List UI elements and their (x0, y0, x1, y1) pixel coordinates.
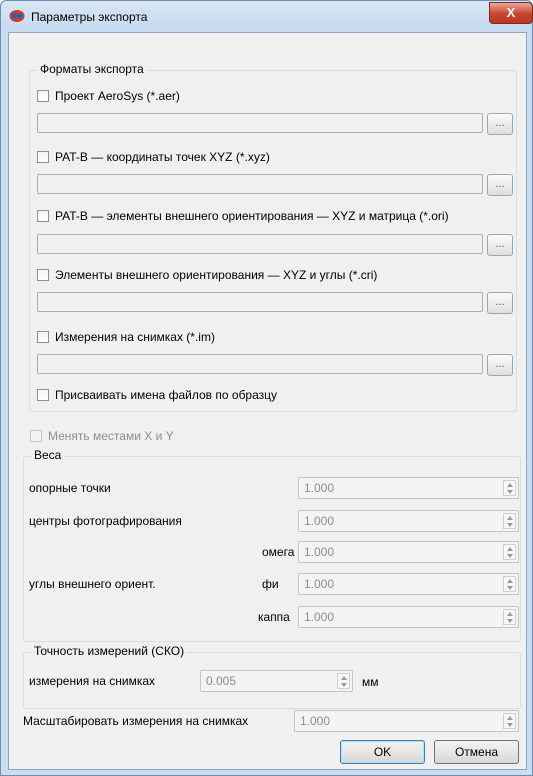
format-xyz-checkbox[interactable] (37, 151, 49, 163)
format-xyz-browse-button[interactable]: ... (487, 174, 513, 196)
window-title: Параметры экспорта (31, 10, 148, 24)
swap-xy-label: Менять местами X и Y (48, 429, 174, 443)
export-dialog: Параметры экспорта X Форматы экспорта Пр… (0, 0, 533, 776)
format-cri-path[interactable] (37, 292, 483, 312)
format-cri-row[interactable]: Элементы внешнего ориентирования — XYZ и… (37, 268, 377, 282)
scale-value: 1.000 (300, 714, 331, 728)
format-im-browse-button[interactable]: ... (487, 354, 513, 376)
spin-arrows-icon[interactable] (503, 576, 516, 592)
scale-spinbox[interactable]: 1.000 (294, 710, 519, 732)
phi-value: 1.000 (304, 577, 335, 591)
control-points-label: опорные точки (29, 481, 111, 495)
spin-arrows-icon[interactable] (503, 480, 516, 496)
title-bar: Параметры экспорта X (1, 1, 533, 31)
kappa-value: 1.000 (304, 610, 335, 624)
format-ori-browse-button[interactable]: ... (487, 234, 513, 256)
control-points-value: 1.000 (304, 481, 335, 495)
weights-legend: Веса (31, 448, 65, 462)
accuracy-legend: Точность измерений (СКО) (31, 644, 188, 658)
cancel-button[interactable]: Отмена (434, 740, 519, 764)
assign-names-row[interactable]: Присваивать имена файлов по образцу (37, 388, 277, 402)
assign-names-checkbox[interactable] (37, 389, 49, 401)
spin-arrows-icon[interactable] (503, 544, 516, 560)
format-xyz-label: PAT-B — координаты точек XYZ (*.xyz) (55, 150, 270, 164)
format-im-path[interactable] (37, 354, 483, 374)
omega-value: 1.000 (304, 545, 335, 559)
format-ori-checkbox[interactable] (37, 210, 49, 222)
format-xyz-path[interactable] (37, 174, 483, 194)
spin-arrows-icon[interactable] (503, 513, 516, 529)
format-aer-path[interactable] (37, 113, 483, 133)
kappa-spinbox[interactable]: 1.000 (298, 606, 519, 628)
accuracy-spinbox[interactable]: 0.005 (200, 670, 353, 692)
formats-legend: Форматы экспорта (37, 62, 147, 76)
format-ori-row[interactable]: PAT-B — элементы внешнего ориентирования… (37, 209, 449, 223)
control-points-spinbox[interactable]: 1.000 (298, 477, 519, 499)
format-cri-checkbox[interactable] (37, 269, 49, 281)
scale-label: Масштабировать измерения на снимках (23, 714, 249, 728)
spin-arrows-icon[interactable] (503, 713, 516, 729)
format-aer-browse-button[interactable]: ... (487, 113, 513, 135)
app-eye-icon (9, 10, 25, 22)
format-aer-row[interactable]: Проект AeroSys (*.aer) (37, 89, 180, 103)
spin-arrows-icon[interactable] (503, 609, 516, 625)
kappa-label: каппа (258, 610, 290, 624)
ok-button[interactable]: OK (340, 740, 425, 764)
phi-label: фи (262, 577, 279, 591)
format-aer-label: Проект AeroSys (*.aer) (55, 89, 180, 103)
format-im-row[interactable]: Измерения на снимках (*.im) (37, 330, 215, 344)
format-cri-browse-button[interactable]: ... (487, 292, 513, 314)
swap-xy-checkbox[interactable] (30, 430, 42, 442)
photo-centers-spinbox[interactable]: 1.000 (298, 510, 519, 532)
omega-spinbox[interactable]: 1.000 (298, 541, 519, 563)
photo-centers-label: центры фотографирования (29, 514, 182, 528)
format-aer-checkbox[interactable] (37, 90, 49, 102)
format-im-label: Измерения на снимках (*.im) (55, 330, 215, 344)
accuracy-unit: мм (362, 675, 379, 689)
spin-arrows-icon[interactable] (337, 673, 350, 689)
close-button[interactable]: X (489, 2, 533, 24)
omega-label: омега (262, 545, 295, 559)
accuracy-label: измерения на снимках (29, 674, 156, 688)
swap-xy-row[interactable]: Менять местами X и Y (30, 429, 174, 443)
format-ori-path[interactable] (37, 234, 483, 254)
photo-centers-value: 1.000 (304, 514, 335, 528)
format-cri-label: Элементы внешнего ориентирования — XYZ и… (55, 268, 378, 282)
phi-spinbox[interactable]: 1.000 (298, 573, 519, 595)
assign-names-label: Присваивать имена файлов по образцу (55, 388, 278, 402)
angles-label: углы внешнего ориент. (29, 577, 156, 591)
accuracy-value: 0.005 (206, 674, 237, 688)
dialog-body: Форматы экспорта Проект AeroSys (*.aer) … (8, 32, 527, 770)
format-im-checkbox[interactable] (37, 331, 49, 343)
format-ori-label: PAT-B — элементы внешнего ориентирования… (55, 209, 449, 223)
format-xyz-row[interactable]: PAT-B — координаты точек XYZ (*.xyz) (37, 150, 270, 164)
